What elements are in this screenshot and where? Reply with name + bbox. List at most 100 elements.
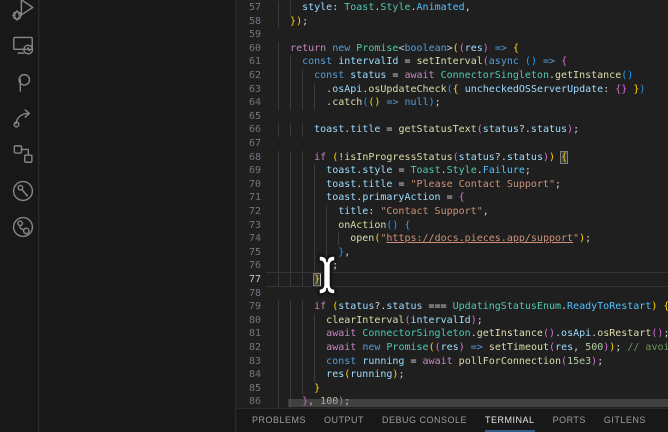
code-line[interactable]: 64 .catch(() => null);: [237, 96, 668, 110]
line-number[interactable]: 83: [237, 355, 261, 369]
line-number[interactable]: 61: [237, 55, 261, 69]
code-line[interactable]: 85 }: [237, 382, 668, 396]
code-line[interactable]: 65: [237, 110, 668, 124]
line-number[interactable]: 84: [237, 368, 261, 382]
line-content: res(running);: [278, 368, 404, 382]
code-line[interactable]: 61 const intervalId = setInterval(async …: [237, 55, 668, 69]
indent-guide: [290, 314, 291, 328]
indent-guide: [314, 205, 315, 219]
code-line[interactable]: 57 style: Toast.Style.Animated,: [237, 1, 668, 15]
line-number[interactable]: 66: [237, 123, 261, 137]
line-number[interactable]: 69: [237, 164, 261, 178]
line-content: toast.primaryAction = {: [278, 191, 465, 205]
line-number[interactable]: 78: [237, 287, 261, 301]
indent-guide: [314, 96, 315, 110]
line-number[interactable]: 63: [237, 83, 261, 97]
panel-tab-debug-console[interactable]: DEBUG CONSOLE: [382, 409, 467, 432]
code-line[interactable]: 69 toast.style = Toast.Style.Failure;: [237, 164, 668, 178]
live-preview-icon[interactable]: [10, 32, 36, 58]
horizontal-scrollbar[interactable]: [288, 399, 668, 407]
panel-tab-gitlens[interactable]: GITLENS: [604, 409, 646, 432]
line-number[interactable]: 76: [237, 259, 261, 273]
indent-guide: [278, 1, 279, 15]
line-number[interactable]: 71: [237, 191, 261, 205]
line-number[interactable]: 72: [237, 205, 261, 219]
share-arrow-icon[interactable]: [10, 105, 36, 131]
line-number[interactable]: 73: [237, 219, 261, 233]
line-number[interactable]: 68: [237, 151, 261, 165]
line-number[interactable]: 86: [237, 395, 261, 408]
run-and-debug-icon[interactable]: [10, 0, 36, 22]
line-content: const running = await pollForConnection(…: [278, 355, 603, 369]
pieces-icon[interactable]: [10, 69, 36, 95]
code-line[interactable]: 74 open("https://docs.pieces.app/support…: [237, 232, 668, 246]
line-number[interactable]: 79: [237, 300, 261, 314]
line-number[interactable]: 58: [237, 15, 261, 29]
code-line[interactable]: 67: [237, 137, 668, 151]
line-content: toast.title = getStatusText(status?.stat…: [278, 123, 579, 137]
line-number[interactable]: 80: [237, 314, 261, 328]
indent-guide: [290, 191, 291, 205]
code-line[interactable]: 84 res(running);: [237, 368, 668, 382]
line-number[interactable]: 82: [237, 341, 261, 355]
code-line[interactable]: 75 },: [237, 246, 668, 260]
line-number[interactable]: 77: [237, 273, 261, 287]
code-line[interactable]: 77 }: [237, 273, 668, 287]
code-line[interactable]: 68 if (!isInProgressStatus(status?.statu…: [237, 151, 668, 165]
line-number[interactable]: 85: [237, 382, 261, 396]
commit-graph-gear-icon[interactable]: [10, 214, 36, 240]
code-editor[interactable]: 57 style: Toast.Style.Animated,58 });596…: [237, 0, 668, 408]
panel-tab-ports[interactable]: PORTS: [553, 409, 586, 432]
line-number[interactable]: 74: [237, 232, 261, 246]
line-content: toast.style = Toast.Style.Failure;: [278, 164, 531, 178]
line-number[interactable]: 81: [237, 327, 261, 341]
line-number[interactable]: 62: [237, 69, 261, 83]
code-line[interactable]: 76 };: [237, 259, 668, 273]
line-content: open("https://docs.pieces.app/support");: [278, 232, 591, 246]
commit-graph-icon[interactable]: [10, 178, 36, 204]
indent-guide: [314, 327, 315, 341]
line-number[interactable]: 59: [237, 28, 261, 42]
indent-guide: [302, 205, 303, 219]
indent-guide: [338, 232, 339, 246]
code-line[interactable]: 83 const running = await pollForConnecti…: [237, 355, 668, 369]
panel-tab-terminal[interactable]: TERMINAL: [485, 409, 535, 432]
code-line[interactable]: 71 toast.primaryAction = {: [237, 191, 668, 205]
indent-guide: [290, 55, 291, 69]
indent-guide: [302, 327, 303, 341]
indent-guide: [278, 355, 279, 369]
linked-squares-icon[interactable]: [10, 141, 36, 167]
code-line[interactable]: 70 toast.title = "Please Contact Support…: [237, 178, 668, 192]
code-line[interactable]: 60 return new Promise<boolean>((res) => …: [237, 42, 668, 56]
code-line[interactable]: 63 .osApi.osUpdateCheck({ uncheckedOSSer…: [237, 83, 668, 97]
code-line[interactable]: 78: [237, 287, 668, 301]
code-line[interactable]: 81 await ConnectorSingleton.getInstance(…: [237, 327, 668, 341]
panel-tab-output[interactable]: OUTPUT: [324, 409, 364, 432]
bottom-panel: PROBLEMS OUTPUT DEBUG CONSOLE TERMINAL PORTS…: [237, 408, 668, 432]
line-number[interactable]: 57: [237, 1, 261, 15]
line-number[interactable]: 67: [237, 137, 261, 151]
line-content: await new Promise((res) => setTimeout(re…: [278, 341, 668, 355]
indent-guide: [290, 83, 291, 97]
code-line[interactable]: 72 title: "Contact Support",: [237, 205, 668, 219]
indent-guide: [290, 368, 291, 382]
indent-guide: [302, 259, 303, 273]
code-line[interactable]: 66 toast.title = getStatusText(status?.s…: [237, 123, 668, 137]
code-line[interactable]: 62 const status = await ConnectorSinglet…: [237, 69, 668, 83]
indent-guide: [278, 232, 279, 246]
code-line[interactable]: 73 onAction() {: [237, 219, 668, 233]
code-line[interactable]: 82 await new Promise((res) => setTimeout…: [237, 341, 668, 355]
line-number[interactable]: 60: [237, 42, 261, 56]
code-line[interactable]: 80 clearInterval(intervalId);: [237, 314, 668, 328]
code-line[interactable]: 79 if (status?.status === UpdatingStatus…: [237, 300, 668, 314]
line-number[interactable]: 70: [237, 178, 261, 192]
line-content: const status = await ConnectorSingleton.…: [278, 69, 633, 83]
code-line[interactable]: 59: [237, 28, 668, 42]
panel-tab-problems[interactable]: PROBLEMS: [252, 409, 306, 432]
line-number[interactable]: 75: [237, 246, 261, 260]
indent-guide: [278, 69, 279, 83]
line-number[interactable]: 64: [237, 96, 261, 110]
line-number[interactable]: 65: [237, 110, 261, 124]
code-line[interactable]: 58 });: [237, 15, 668, 29]
activity-bar: [0, 0, 39, 432]
